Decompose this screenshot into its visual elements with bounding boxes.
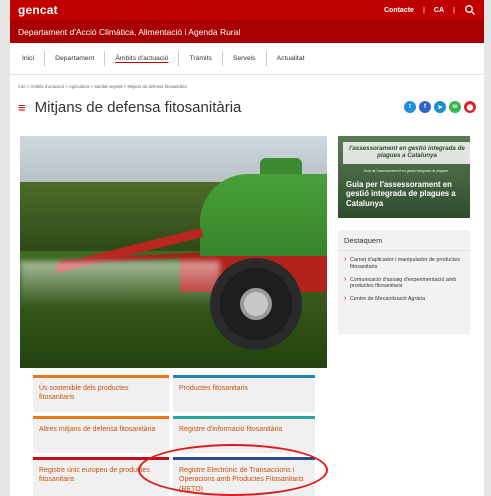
tile-us-sostenible[interactable]: Ús sostenible dels productes fitosanitar… <box>33 375 169 412</box>
social-icons: t f ➤ w ⬤ <box>404 101 476 113</box>
nav-item-ambits[interactable]: Àmbits d'actuació <box>104 51 178 66</box>
separator: | <box>453 6 455 14</box>
search-icon[interactable] <box>464 4 476 16</box>
top-bar: gencat Contacte | CA | <box>10 0 484 20</box>
top-links: Contacte | CA | <box>384 4 476 16</box>
page-title: Mitjans de defensa fitosanitària <box>34 98 242 116</box>
title-row: ≡ Mitjans de defensa fitosanitària t f ➤… <box>10 95 484 119</box>
nav-item-departament[interactable]: Departament <box>44 51 104 66</box>
whatsapp-icon[interactable]: w <box>449 101 461 113</box>
promo-banner: l'assessorament en gestió integrada de p… <box>343 142 470 164</box>
contact-link[interactable]: Contacte <box>384 7 414 14</box>
nav-item-serveis[interactable]: Serveis <box>221 51 266 66</box>
separator: | <box>422 6 425 14</box>
promo-card[interactable]: l'assessorament en gestió integrada de p… <box>338 136 470 218</box>
highlights-title: Destaquem <box>338 230 470 251</box>
facebook-icon[interactable]: f <box>419 101 431 113</box>
annotation-circle <box>138 444 328 496</box>
nav-item-actualitat[interactable]: Actualitat <box>265 51 315 66</box>
spray-mist <box>20 261 220 307</box>
promo-title[interactable]: Guia per l'assessorament en gestió integ… <box>346 180 466 208</box>
promo-subtitle: Guia de l'assessorament en gestió integr… <box>363 169 449 173</box>
nav-item-inici[interactable]: Inici <box>22 51 44 66</box>
tile-productes-fitosanitaris[interactable]: Productes fitosanitaris <box>173 375 315 412</box>
language-selector[interactable]: CA <box>434 7 444 14</box>
gencat-logo[interactable]: gencat <box>18 3 58 17</box>
department-name[interactable]: Departament d'Acció Climàtica, Alimentac… <box>18 27 240 37</box>
highlight-link[interactable]: Comunicació d'assaig d'experimentació am… <box>344 276 464 291</box>
highlights-list: Carnet d'aplicador i manipulador de prod… <box>338 251 470 303</box>
telegram-icon[interactable]: ➤ <box>434 101 446 113</box>
nav-item-tramits[interactable]: Tràmits <box>178 51 221 66</box>
breadcrumb[interactable]: Inici > Àmbits d'actuació > Agricultura … <box>10 75 484 95</box>
highlight-link[interactable]: Centre de Mecanització Agrària <box>344 295 464 303</box>
twitter-icon[interactable]: t <box>404 101 416 113</box>
main-nav: Inici Departament Àmbits d'actuació Tràm… <box>10 43 484 75</box>
hamburger-icon[interactable]: ≡ <box>18 101 26 114</box>
highlight-link[interactable]: Carnet d'aplicador i manipulador de prod… <box>344 256 464 271</box>
highlights-box: Destaquem Carnet d'aplicador i manipulad… <box>338 230 470 334</box>
department-bar: Departament d'Acció Climàtica, Alimentac… <box>10 20 484 43</box>
hero-image <box>20 136 327 368</box>
tile-altres-mitjans[interactable]: Altres mitjans de defensa fitosanitària <box>33 416 169 453</box>
share-icon[interactable]: ⬤ <box>464 101 476 113</box>
wheel-hub <box>240 288 272 320</box>
